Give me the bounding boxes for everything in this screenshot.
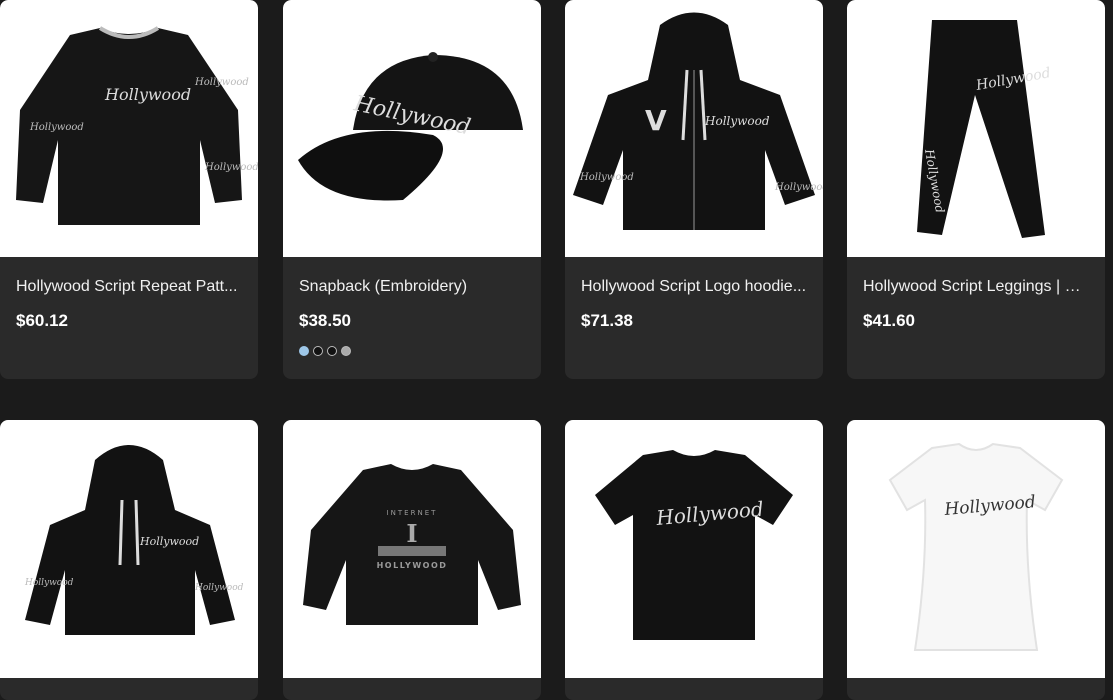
svg-text:Hollywood: Hollywood bbox=[194, 583, 244, 593]
svg-text:HOLLYWOOD: HOLLYWOOD bbox=[377, 561, 448, 570]
product-card[interactable]: INTERNET I HOLLYWOOD bbox=[283, 420, 541, 700]
longsleeve-shirt-icon: INTERNET I HOLLYWOOD bbox=[303, 464, 521, 625]
product-price: $60.12 bbox=[16, 311, 68, 330]
product-image[interactable]: Hollywood Hollywood bbox=[847, 0, 1105, 257]
product-image[interactable]: Hollywood Hollywood Hollywood Hollywood bbox=[0, 0, 258, 257]
svg-text:Hollywood: Hollywood bbox=[204, 162, 258, 173]
svg-text:I: I bbox=[406, 519, 417, 548]
product-title[interactable]: Hollywood Script Repeat Patt... bbox=[16, 277, 242, 297]
svg-text:INTERNET: INTERNET bbox=[387, 509, 438, 517]
product-price: $41.60 bbox=[863, 311, 915, 330]
color-swatches bbox=[299, 346, 525, 356]
zip-hoodie-icon: V Hollywood Hollywood Hollywood bbox=[573, 12, 823, 230]
color-swatch[interactable] bbox=[299, 346, 309, 356]
product-price: $38.50 bbox=[299, 311, 351, 330]
svg-text:Hollywood: Hollywood bbox=[774, 182, 823, 193]
leggings-icon: Hollywood Hollywood bbox=[917, 20, 1052, 238]
snapback-cap-icon: Hollywood bbox=[298, 52, 523, 201]
product-card[interactable]: Hollywood Hollywood Hollywood Script Leg… bbox=[847, 0, 1105, 379]
product-image[interactable]: INTERNET I HOLLYWOOD bbox=[283, 420, 541, 678]
product-price: $71.38 bbox=[581, 311, 633, 330]
color-swatch[interactable] bbox=[313, 346, 323, 356]
product-image[interactable]: Hollywood bbox=[565, 420, 823, 678]
product-title[interactable]: Hollywood Script Logo hoodie... bbox=[581, 277, 807, 297]
product-title[interactable]: Hollywood Script Leggings | Bl... bbox=[863, 277, 1089, 297]
pullover-hoodie-icon: Hollywood Hollywood Hollywood bbox=[24, 445, 244, 635]
svg-text:Hollywood: Hollywood bbox=[139, 535, 199, 548]
product-card[interactable]: Hollywood bbox=[847, 420, 1105, 700]
svg-text:Hollywood: Hollywood bbox=[24, 578, 74, 588]
product-image[interactable]: Hollywood bbox=[847, 420, 1105, 678]
svg-text:Hollywood: Hollywood bbox=[194, 77, 249, 88]
tshirt-icon: Hollywood bbox=[595, 450, 793, 640]
product-card[interactable]: Hollywood Hollywood Hollywood bbox=[0, 420, 258, 700]
svg-text:Hollywood: Hollywood bbox=[579, 172, 634, 183]
product-image[interactable]: Hollywood Hollywood Hollywood bbox=[0, 420, 258, 678]
color-swatch[interactable] bbox=[341, 346, 351, 356]
color-swatch[interactable] bbox=[327, 346, 337, 356]
svg-text:V: V bbox=[645, 104, 667, 137]
womens-tshirt-icon: Hollywood bbox=[888, 442, 1064, 651]
product-image[interactable]: V Hollywood Hollywood Hollywood bbox=[565, 0, 823, 257]
longsleeve-shirt-icon: Hollywood Hollywood Hollywood Hollywood bbox=[16, 26, 258, 225]
product-card[interactable]: V Hollywood Hollywood Hollywood Hollywoo… bbox=[565, 0, 823, 379]
product-card[interactable]: Hollywood Hollywood Hollywood Hollywood … bbox=[0, 0, 258, 379]
product-title[interactable]: Snapback (Embroidery) bbox=[299, 277, 525, 297]
product-card[interactable]: Hollywood Snapback (Embroidery) $38.50 bbox=[283, 0, 541, 379]
svg-text:Hollywood: Hollywood bbox=[704, 114, 770, 128]
svg-text:Hollywood: Hollywood bbox=[104, 85, 191, 104]
product-card[interactable]: Hollywood bbox=[565, 420, 823, 700]
svg-text:Hollywood: Hollywood bbox=[29, 122, 84, 133]
product-image[interactable]: Hollywood bbox=[283, 0, 541, 257]
